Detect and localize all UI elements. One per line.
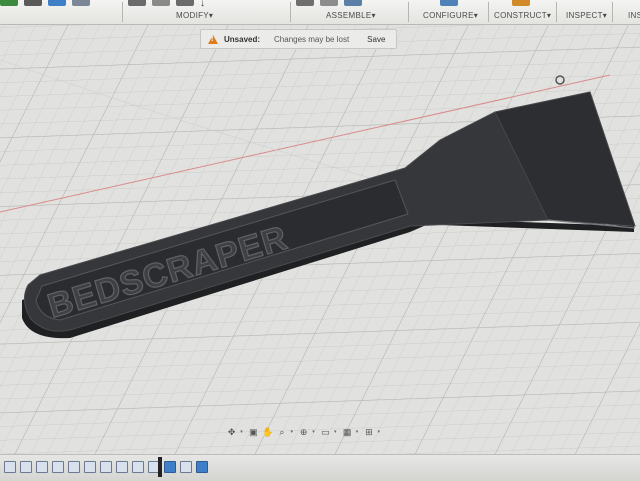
chamfer-icon[interactable] [176,0,194,6]
toolbar-separator [122,2,123,22]
toolbar-separator [488,2,489,22]
toolbar-label-modify[interactable]: MODIFY▾ [176,11,213,20]
toolbar-label-configure[interactable]: CONFIGURE▾ [423,11,478,20]
save-button[interactable]: Save [367,35,385,44]
zoom-dropdown-icon[interactable]: ▾ [290,429,293,435]
construct-plane-icon[interactable] [512,0,530,6]
timeline-items [4,461,208,473]
toolbar-separator [556,2,557,22]
grid-dropdown-icon[interactable]: ▾ [356,429,359,435]
grid-icon[interactable]: ▦ [341,427,352,437]
timeline-feature-icon[interactable] [4,461,16,473]
create-sketch-icon[interactable] [0,0,18,6]
toolbar-group-modify[interactable]: ↓ MODIFY▾ [128,0,278,24]
timeline [0,454,640,481]
toolbar-label-insert[interactable]: INS [628,11,640,20]
orbit-dropdown-icon[interactable]: ▾ [240,429,243,435]
timeline-feature-icon[interactable] [52,461,64,473]
toolbar-label-assemble[interactable]: ASSEMBLE▾ [326,11,376,20]
canvas-viewport[interactable]: BEDSCRAPER [0,0,640,480]
create-form-icon[interactable] [24,0,42,6]
unsaved-label: Unsaved: [224,34,261,44]
unsaved-banner: Unsaved: Changes may be lost Save [200,29,397,49]
timeline-feature-icon[interactable] [132,461,144,473]
viewports-dropdown-icon[interactable]: ▾ [377,429,380,435]
timeline-feature-icon[interactable] [100,461,112,473]
configure-table-icon[interactable] [440,0,458,6]
timeline-feature-icon[interactable] [84,461,96,473]
toolbar-group-assemble[interactable]: ASSEMBLE▾ [296,0,401,24]
new-component-icon[interactable] [296,0,314,6]
zoom-icon[interactable]: ⌕ [276,427,287,437]
toolbar-group-construct[interactable]: CONSTRUCT▾ [490,0,555,24]
toolbar-group-insert[interactable]: INS [614,0,640,24]
toolbar: ↓ MODIFY▾ ASSEMBLE▾ CONFIGURE▾ CONSTRUCT… [0,0,640,25]
display-settings-icon[interactable]: ▭ [320,427,331,437]
timeline-body-icon[interactable] [164,461,176,473]
timeline-feature-icon[interactable] [36,461,48,473]
orbit-icon[interactable]: ✥ [226,427,237,437]
toolbar-separator [408,2,409,22]
viewport-graphics[interactable]: BEDSCRAPER [0,0,640,480]
timeline-body-icon[interactable] [196,461,208,473]
warning-icon [208,34,218,44]
as-built-joint-icon[interactable] [344,0,362,6]
toolbar-group-create[interactable] [0,0,120,24]
joint-icon[interactable] [320,0,338,6]
display-dropdown-icon[interactable]: ▾ [334,429,337,435]
timeline-feature-icon[interactable] [20,461,32,473]
pan-icon[interactable]: ✋ [262,427,273,437]
revolve-icon[interactable] [72,0,90,6]
fit-icon[interactable]: ⊕ [298,427,309,437]
toolbar-group-configure[interactable]: CONFIGURE▾ [415,0,490,24]
look-at-icon[interactable]: ▣ [248,427,259,437]
unsaved-message: Changes may be lost [274,34,350,44]
timeline-marker[interactable] [158,457,162,477]
viewports-icon[interactable]: ⊞ [363,427,374,437]
toolbar-separator [290,2,291,22]
press-pull-icon[interactable] [128,0,146,6]
extrude-icon[interactable] [48,0,66,6]
toolbar-label-construct[interactable]: CONSTRUCT▾ [494,11,551,20]
timeline-feature-icon[interactable] [180,461,192,473]
fillet-icon[interactable] [152,0,170,6]
timeline-feature-icon[interactable] [68,461,80,473]
toolbar-label-inspect[interactable]: INSPECT▾ [566,11,607,20]
toolbar-separator [612,2,613,22]
toolbar-group-inspect[interactable]: INSPECT▾ [558,0,608,24]
navigation-bar: ✥ ▾ ▣ ✋ ⌕ ▾ ⊕ ▾ ▭ ▾ ▦ ▾ ⊞ ▾ [226,424,382,440]
timeline-feature-icon[interactable] [116,461,128,473]
move-icon[interactable]: ↓ [200,0,205,9]
fit-dropdown-icon[interactable]: ▾ [312,429,315,435]
